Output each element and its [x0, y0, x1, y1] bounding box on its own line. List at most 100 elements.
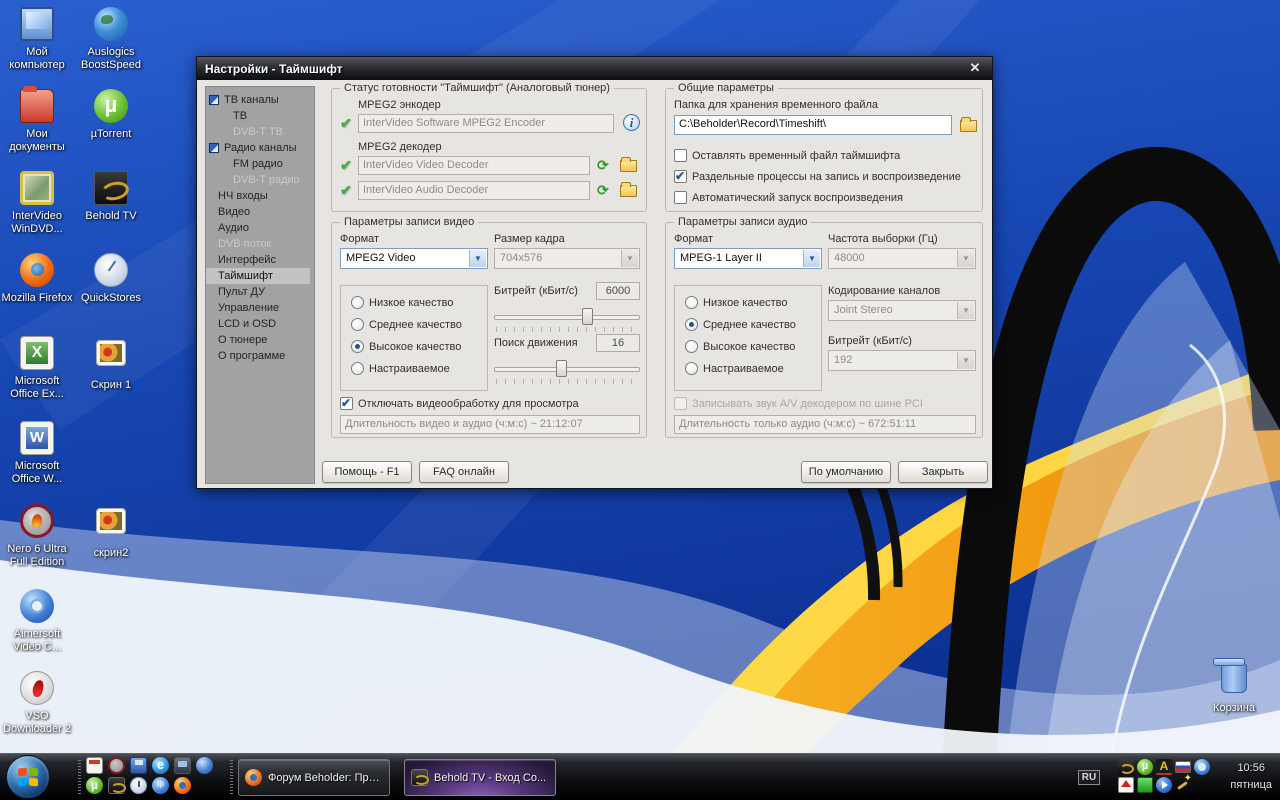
task-button-behold-tv[interactable]: Behold TV - Вход Со... — [404, 759, 556, 796]
audio-quality-low-radio[interactable] — [685, 296, 698, 309]
desktop-icon-screen1[interactable]: Скрин 1 — [75, 335, 147, 392]
audio-quality-high-radio[interactable] — [685, 340, 698, 353]
internet-explorer-icon[interactable]: e — [152, 757, 169, 774]
start-button[interactable] — [6, 755, 50, 799]
clock-tool-icon[interactable] — [130, 777, 147, 794]
desktop-icon-windvd[interactable]: InterVideo WinDVD... — [1, 170, 73, 236]
taskband-grip[interactable] — [230, 760, 233, 794]
desktop-icon-screen2[interactable]: скрин2 — [75, 503, 147, 560]
video-bitrate-slider[interactable] — [494, 307, 640, 325]
desktop-icon-excel[interactable]: Microsoft Office Ex... — [1, 335, 73, 401]
help-button[interactable]: Помощь - F1 — [322, 461, 412, 483]
lock-tray-icon[interactable] — [1194, 759, 1210, 775]
tree-item-tv[interactable]: ТВ — [206, 108, 314, 124]
info-icon[interactable]: i — [623, 114, 640, 131]
globe-icon — [94, 7, 128, 41]
language-indicator[interactable]: RU — [1078, 770, 1100, 785]
rescan-icon[interactable]: ⟳ — [597, 183, 609, 197]
desktop-icon-aimersoft[interactable]: Aimersoft Video C... — [1, 588, 73, 654]
disable-processing-checkbox[interactable] — [340, 397, 353, 410]
desktop-icon-auslogics[interactable]: Auslogics BoostSpeed — [75, 6, 147, 72]
close-button[interactable]: Закрыть — [898, 461, 988, 483]
taskbar-clock[interactable]: 10:56 пятница — [1230, 760, 1272, 794]
network-icon[interactable] — [196, 757, 213, 774]
default-button[interactable]: По умолчанию — [801, 461, 891, 483]
decoder-label: MPEG2 декодер — [358, 141, 442, 153]
save-icon[interactable] — [130, 757, 147, 774]
tree-checkbox-icon[interactable] — [209, 143, 219, 153]
firefox-icon[interactable] — [174, 777, 191, 794]
desktop-icon-utorrent[interactable]: µ µTorrent — [75, 88, 147, 141]
video-bitrate-value: 6000 — [596, 282, 640, 300]
video-quality-medium-radio[interactable] — [351, 318, 364, 331]
desktop-icon-firefox[interactable]: Mozilla Firefox — [1, 252, 73, 305]
tree-item-fm-radio[interactable]: FM радио — [206, 156, 314, 172]
quick-launch-grip[interactable] — [78, 760, 81, 794]
keep-temp-checkbox[interactable] — [674, 149, 687, 162]
tree-item-radio-channels[interactable]: Радио каналы — [206, 140, 314, 156]
desktop-icon-nero[interactable]: Nero 6 Ultra Full Edition — [1, 503, 73, 569]
task-button-forum[interactable]: Форум Beholder: Про... — [238, 759, 390, 796]
group-title: Параметры записи аудио — [674, 216, 811, 228]
group-title: Статус готовности "Таймшифт" (Аналоговый… — [340, 82, 614, 94]
timeshift-folder-input[interactable]: C:\Beholder\Record\Timeshift\ — [674, 115, 952, 135]
updown-arrows-icon[interactable] — [1118, 777, 1134, 793]
tree-item-about-tuner[interactable]: О тюнере — [206, 332, 314, 348]
desktop-icon-quickstores[interactable]: QuickStores — [75, 252, 147, 305]
ok-check-icon: ✔ — [340, 157, 352, 174]
video-format-dropdown[interactable]: MPEG2 Video — [340, 248, 488, 269]
tree-item-lcd-osd[interactable]: LCD и OSD — [206, 316, 314, 332]
desktop-icon-behold-tv[interactable]: Behold TV — [75, 170, 147, 223]
audio-quality-custom-radio[interactable] — [685, 362, 698, 375]
nero-icon[interactable] — [108, 757, 125, 774]
channel-mode-dropdown: Joint Stereo — [828, 300, 976, 321]
slider-thumb[interactable] — [582, 308, 593, 325]
desktop-icon-word[interactable]: Microsoft Office W... — [1, 420, 73, 486]
utorrent-tray-icon[interactable]: µ — [1137, 759, 1153, 775]
folder-icon[interactable] — [620, 185, 637, 197]
tree-item-interface[interactable]: Интерфейс — [206, 252, 314, 268]
wand-icon[interactable] — [1175, 777, 1191, 793]
audio-quality-medium-radio[interactable] — [685, 318, 698, 331]
video-quality-high-radio[interactable] — [351, 340, 364, 353]
utorrent-icon[interactable]: µ — [86, 777, 103, 794]
audio-format-dropdown[interactable]: MPEG-1 Layer II — [674, 248, 822, 269]
motion-search-slider[interactable] — [494, 359, 640, 377]
desktop-icon-my-computer[interactable]: Мой компьютер — [1, 6, 73, 72]
slider-thumb[interactable] — [556, 360, 567, 377]
folder-icon[interactable] — [620, 160, 637, 172]
tree-item-about-program[interactable]: О программе — [206, 348, 314, 364]
video-quality-custom-radio[interactable] — [351, 362, 364, 375]
russian-flag-icon[interactable] — [1175, 761, 1191, 773]
tree-item-control[interactable]: Управление — [206, 300, 314, 316]
browse-folder-icon[interactable] — [960, 120, 977, 132]
show-desktop-icon[interactable] — [174, 757, 191, 774]
desktop-icon-recycle-bin[interactable]: Корзина — [1198, 660, 1270, 715]
behold-tv-icon[interactable] — [108, 777, 125, 794]
snowflake-icon[interactable]: ❄ — [152, 777, 169, 794]
tree-item-tv-channels[interactable]: ТВ каналы — [206, 92, 314, 108]
tree-item-video[interactable]: Видео — [206, 204, 314, 220]
tree-item-timeshift[interactable]: Таймшифт — [206, 268, 310, 284]
tree-item-remote[interactable]: Пульт ДУ — [206, 284, 314, 300]
green-status-icon[interactable] — [1137, 777, 1153, 793]
behold-tv-tray-icon[interactable] — [1118, 759, 1134, 775]
windows-flag-icon — [18, 768, 27, 777]
general-group: Общие параметры Папка для хранения време… — [665, 88, 983, 212]
video-quality-low-radio[interactable] — [351, 296, 364, 309]
desktop-icon-my-documents[interactable]: Мои документы — [1, 88, 73, 154]
faq-button[interactable]: FAQ онлайн — [419, 461, 509, 483]
desktop-icon-vso[interactable]: VSO Downloader 2 — [1, 670, 73, 736]
tree-item-lf-inputs[interactable]: НЧ входы — [206, 188, 314, 204]
rescan-icon[interactable]: ⟳ — [597, 158, 609, 172]
tree-checkbox-icon[interactable] — [209, 95, 219, 105]
separate-processes-checkbox[interactable] — [674, 170, 687, 183]
tree-item-audio[interactable]: Аудио — [206, 220, 314, 236]
calendar-icon[interactable] — [86, 757, 103, 774]
excel-icon — [20, 336, 54, 370]
dialog-titlebar[interactable]: Настройки - Таймшифт ✕ — [197, 57, 992, 80]
autostart-checkbox[interactable] — [674, 191, 687, 204]
player-tray-icon[interactable] — [1156, 777, 1172, 793]
punto-switcher-icon[interactable]: A — [1156, 759, 1172, 775]
close-icon[interactable]: ✕ — [964, 60, 986, 77]
